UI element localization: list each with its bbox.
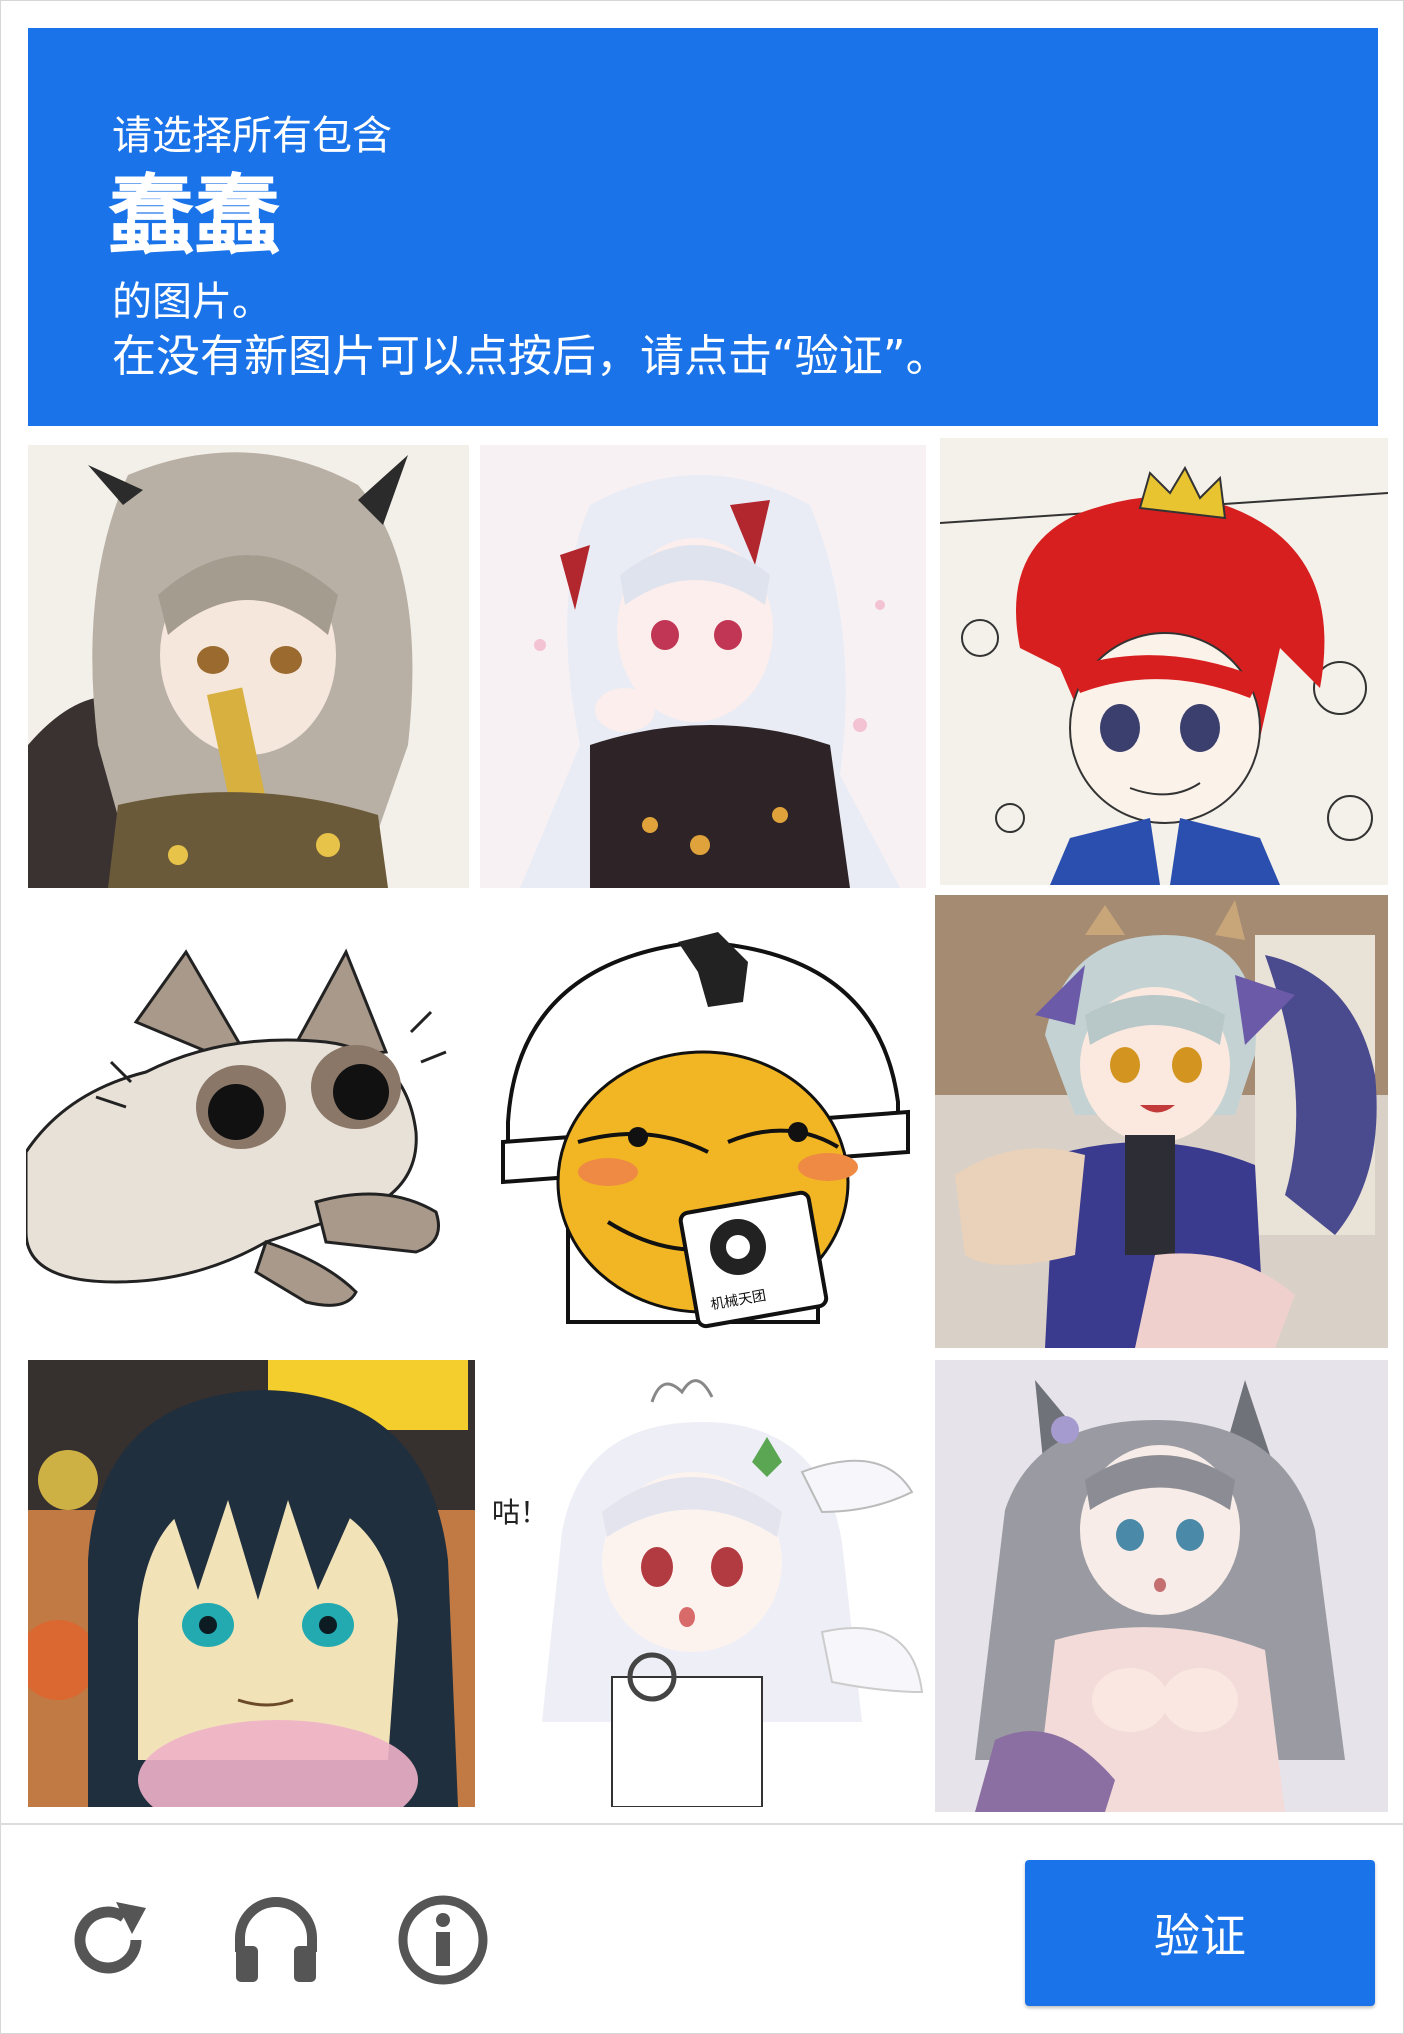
emoji-helmet-mug-image: 机械天团 — [488, 902, 920, 1337]
image-tile-9[interactable] — [935, 1360, 1388, 1812]
image-tile-6[interactable] — [935, 895, 1388, 1348]
image-tile-3[interactable] — [940, 438, 1388, 885]
anime-girl-silver-hair-horns-image — [28, 445, 469, 888]
verify-button[interactable]: 验证 — [1025, 1860, 1375, 2006]
prompt-prefix: 请选择所有包含 — [112, 113, 392, 159]
info-icon — [398, 1895, 488, 1985]
help-button[interactable] — [393, 1890, 493, 1990]
image-tile-4[interactable] — [26, 902, 472, 1332]
prompt-suffix: 的图片。 — [112, 279, 272, 325]
anime-cat-ear-girl-image — [935, 1360, 1388, 1812]
cartoon-siamese-cat-image — [26, 902, 472, 1332]
reload-button[interactable] — [58, 1890, 158, 1990]
reload-icon — [74, 1902, 146, 1974]
footer-divider — [0, 1823, 1404, 1825]
image-tile-5[interactable]: 机械天团 — [488, 902, 920, 1337]
chibi-white-hair-girl-image: 咕！ — [482, 1362, 927, 1807]
image-tile-7[interactable] — [28, 1360, 475, 1807]
target-object: 蠢蠢 — [108, 166, 280, 266]
instruction-text: 在没有新图片可以点按后，请点击“验证”。 — [112, 331, 950, 382]
anime-boy-dark-hair-image — [28, 1360, 475, 1807]
anime-dragon-girl-image — [935, 895, 1388, 1348]
chibi-exclaim-text: 咕！ — [492, 1496, 548, 1529]
challenge-header: 请选择所有包含 蠢蠢 的图片。 在没有新图片可以点按后，请点击“验证”。 — [28, 28, 1378, 426]
image-tile-1[interactable] — [28, 445, 469, 888]
headphones-icon — [235, 1897, 317, 1982]
image-tile-2[interactable] — [480, 445, 926, 888]
audio-challenge-button[interactable] — [226, 1890, 326, 1990]
anime-girl-white-hair-kimono-image — [480, 445, 926, 888]
sketch-red-hair-crown-image — [940, 438, 1388, 885]
image-tile-8[interactable]: 咕！ — [482, 1362, 927, 1807]
